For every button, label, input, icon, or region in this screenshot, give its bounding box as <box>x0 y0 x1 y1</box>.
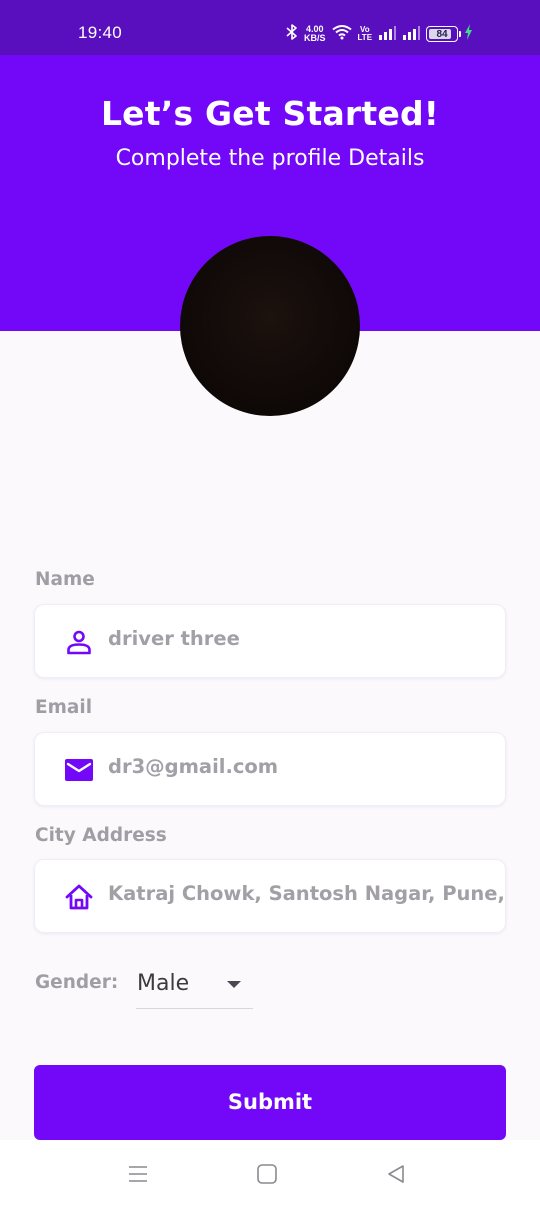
gender-dropdown[interactable]: Male <box>136 965 253 1009</box>
status-time: 19:40 <box>78 23 123 42</box>
gender-value: Male <box>137 971 190 996</box>
gender-label: Gender: <box>35 972 119 993</box>
back-triangle-icon[interactable] <box>382 1160 410 1188</box>
bluetooth-icon <box>286 23 298 45</box>
home-icon <box>65 883 93 911</box>
charging-icon <box>464 24 473 44</box>
city-address-label: City Address <box>35 825 167 846</box>
status-bar: 19:40 4.00 KB/S Vo LTE 84 <box>0 0 540 55</box>
signal-icon-sim2 <box>402 25 421 44</box>
home-square-icon[interactable] <box>253 1160 281 1188</box>
person-icon <box>65 628 93 656</box>
email-input[interactable]: dr3@gmail.com <box>108 755 278 778</box>
menu-icon[interactable] <box>124 1160 152 1188</box>
page-title: Let’s Get Started! <box>100 94 440 133</box>
network-speed-unit: KB/S <box>304 33 326 43</box>
status-icons: 4.00 KB/S Vo LTE 84 <box>286 22 473 46</box>
page-subtitle: Complete the profile Details <box>115 146 425 171</box>
wifi-icon <box>331 24 352 44</box>
mail-icon <box>65 756 93 784</box>
volte-indicator: Vo LTE <box>358 26 373 42</box>
email-label: Email <box>35 697 93 718</box>
name-input[interactable]: driver three <box>108 627 240 650</box>
profile-avatar[interactable] <box>180 236 360 416</box>
name-field[interactable]: driver three <box>34 604 506 678</box>
caret-down-icon <box>227 981 241 988</box>
battery-level: 84 <box>436 28 448 40</box>
city-address-field[interactable]: Katraj Chowk, Santosh Nagar, Pune, Mahar… <box>34 859 506 933</box>
network-speed: 4.00 KB/S <box>304 25 326 43</box>
signal-icon-sim1 <box>378 25 397 44</box>
city-address-input[interactable]: Katraj Chowk, Santosh Nagar, Pune, Mahar… <box>108 882 505 905</box>
system-nav-bar <box>0 1140 540 1206</box>
email-field[interactable]: dr3@gmail.com <box>34 732 506 806</box>
name-label: Name <box>35 569 95 590</box>
volte-bottom: LTE <box>357 33 373 42</box>
battery-icon: 84 <box>426 26 462 42</box>
submit-button[interactable]: Submit <box>34 1065 506 1140</box>
